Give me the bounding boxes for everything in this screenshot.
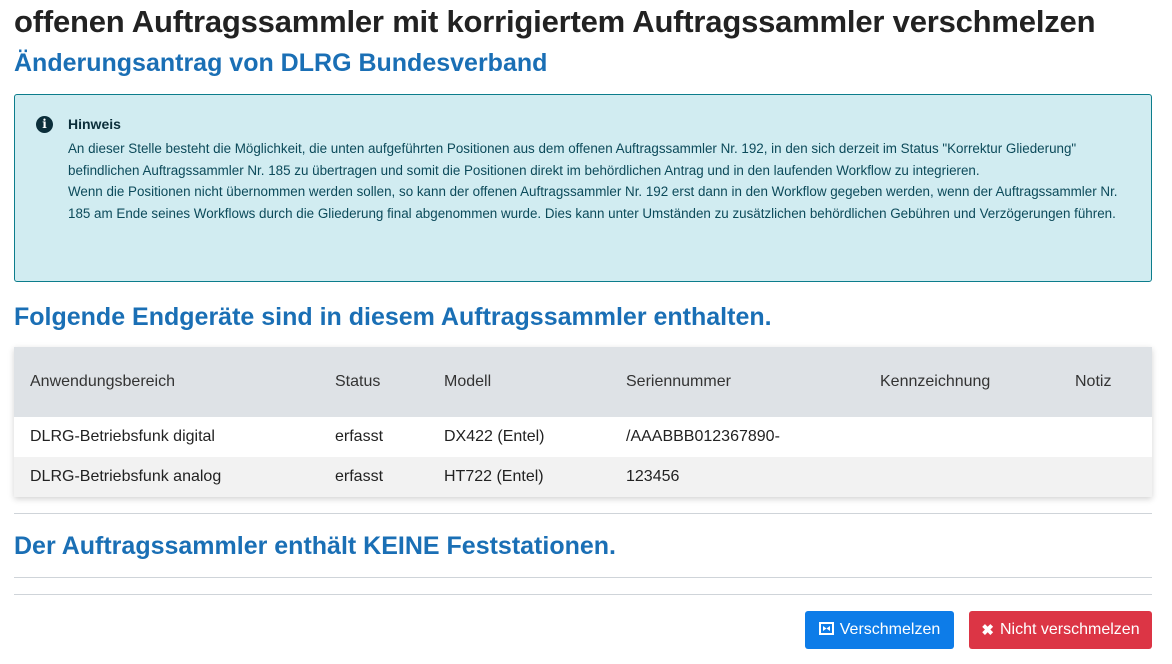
merge-button[interactable]: Verschmelzen <box>805 611 954 649</box>
cell-kennzeichnung <box>864 457 1059 497</box>
cell-notiz <box>1059 417 1152 457</box>
column-header-anwendungsbereich[interactable]: Anwendungsbereich <box>14 347 319 417</box>
divider <box>14 577 1152 578</box>
cell-status: erfasst <box>335 428 384 445</box>
column-header-kennzeichnung[interactable]: Kennzeichnung <box>864 347 1059 417</box>
close-icon: ✖ <box>981 621 994 639</box>
table-row: DLRG-Betriebsfunk analog erfasst HT722 (… <box>14 457 1152 497</box>
table-row: DLRG-Betriebsfunk digital erfasst DX422 … <box>14 417 1152 457</box>
alert-paragraph-1: An dieser Stelle besteht die Möglichkeit… <box>68 141 1077 178</box>
devices-table: Anwendungsbereich Status Modell Seriennu… <box>14 347 1152 497</box>
page-subtitle: Änderungsantrag von DLRG Bundesverband <box>14 49 548 77</box>
alert-text: An dieser Stelle besteht die Möglichkeit… <box>68 138 1128 224</box>
merge-icon <box>818 622 834 638</box>
column-header-notiz[interactable]: Notiz <box>1059 347 1152 417</box>
stations-heading: Der Auftragssammler enthält KEINE Festst… <box>14 532 616 560</box>
devices-heading: Folgende Endgeräte sind in diesem Auftra… <box>14 303 772 331</box>
alert-paragraph-2: Wenn die Positionen nicht übernommen wer… <box>68 184 1118 221</box>
column-header-seriennummer[interactable]: Seriennummer <box>610 347 864 417</box>
info-alert: i Hinweis An dieser Stelle besteht die M… <box>14 94 1152 282</box>
info-icon: i <box>36 116 53 133</box>
no-merge-button[interactable]: ✖ Nicht verschmelzen <box>969 611 1152 649</box>
cell-kennzeichnung <box>864 417 1059 457</box>
divider <box>14 594 1152 595</box>
page-title: offenen Auftragssammler mit korrigiertem… <box>14 4 1096 39</box>
alert-heading: Hinweis <box>68 116 121 132</box>
column-header-status[interactable]: Status <box>319 347 428 417</box>
cell-seriennummer: /AAABBB012367890- <box>626 428 780 445</box>
cell-notiz <box>1059 457 1152 497</box>
cell-modell: DX422 (Entel) <box>444 428 545 445</box>
cell-seriennummer: 123456 <box>626 468 680 485</box>
cell-modell: HT722 (Entel) <box>444 468 544 485</box>
column-header-modell[interactable]: Modell <box>428 347 610 417</box>
cell-anwendungsbereich: DLRG-Betriebsfunk digital <box>30 428 215 445</box>
cell-status: erfasst <box>335 468 384 485</box>
divider <box>14 513 1152 514</box>
cell-anwendungsbereich: DLRG-Betriebsfunk analog <box>30 468 222 485</box>
no-merge-button-label: Nicht verschmelzen <box>999 621 1140 638</box>
merge-button-label: Verschmelzen <box>839 621 941 638</box>
table-header-row: Anwendungsbereich Status Modell Seriennu… <box>14 347 1152 417</box>
